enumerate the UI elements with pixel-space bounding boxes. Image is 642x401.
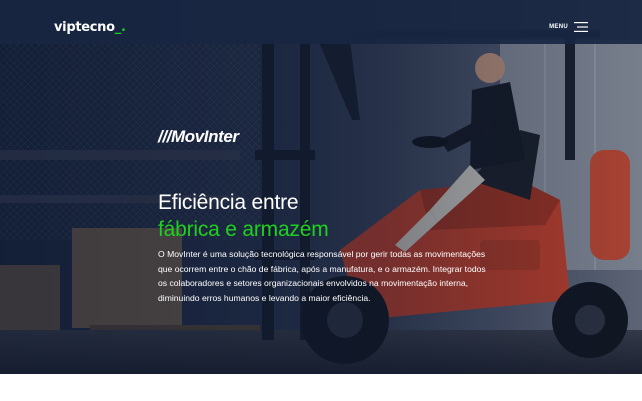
hero-section: viptecno_. MENU ///MovInter Eficiência e… [0,0,642,374]
menu-label: MENU [549,24,568,30]
logo[interactable]: viptecno_. [54,20,126,35]
page-bottom-area [0,374,642,401]
hero-description: O MovInter é uma solução tecnológica res… [158,249,486,303]
site-header: viptecno_. MENU [0,0,642,44]
logo-text: viptecno [54,20,115,35]
logo-accent: _. [114,20,126,35]
hero-background-image [0,0,642,374]
menu-button[interactable]: MENU [549,22,588,32]
headline-line-1: Eficiência entre [158,191,299,215]
hero-headline: Eficiência entre fábrica e armazém [158,189,329,243]
hamburger-menu-icon [574,22,588,32]
headline-line-2: fábrica e armazém [158,218,329,242]
product-brand: ///MovInter [158,127,239,146]
